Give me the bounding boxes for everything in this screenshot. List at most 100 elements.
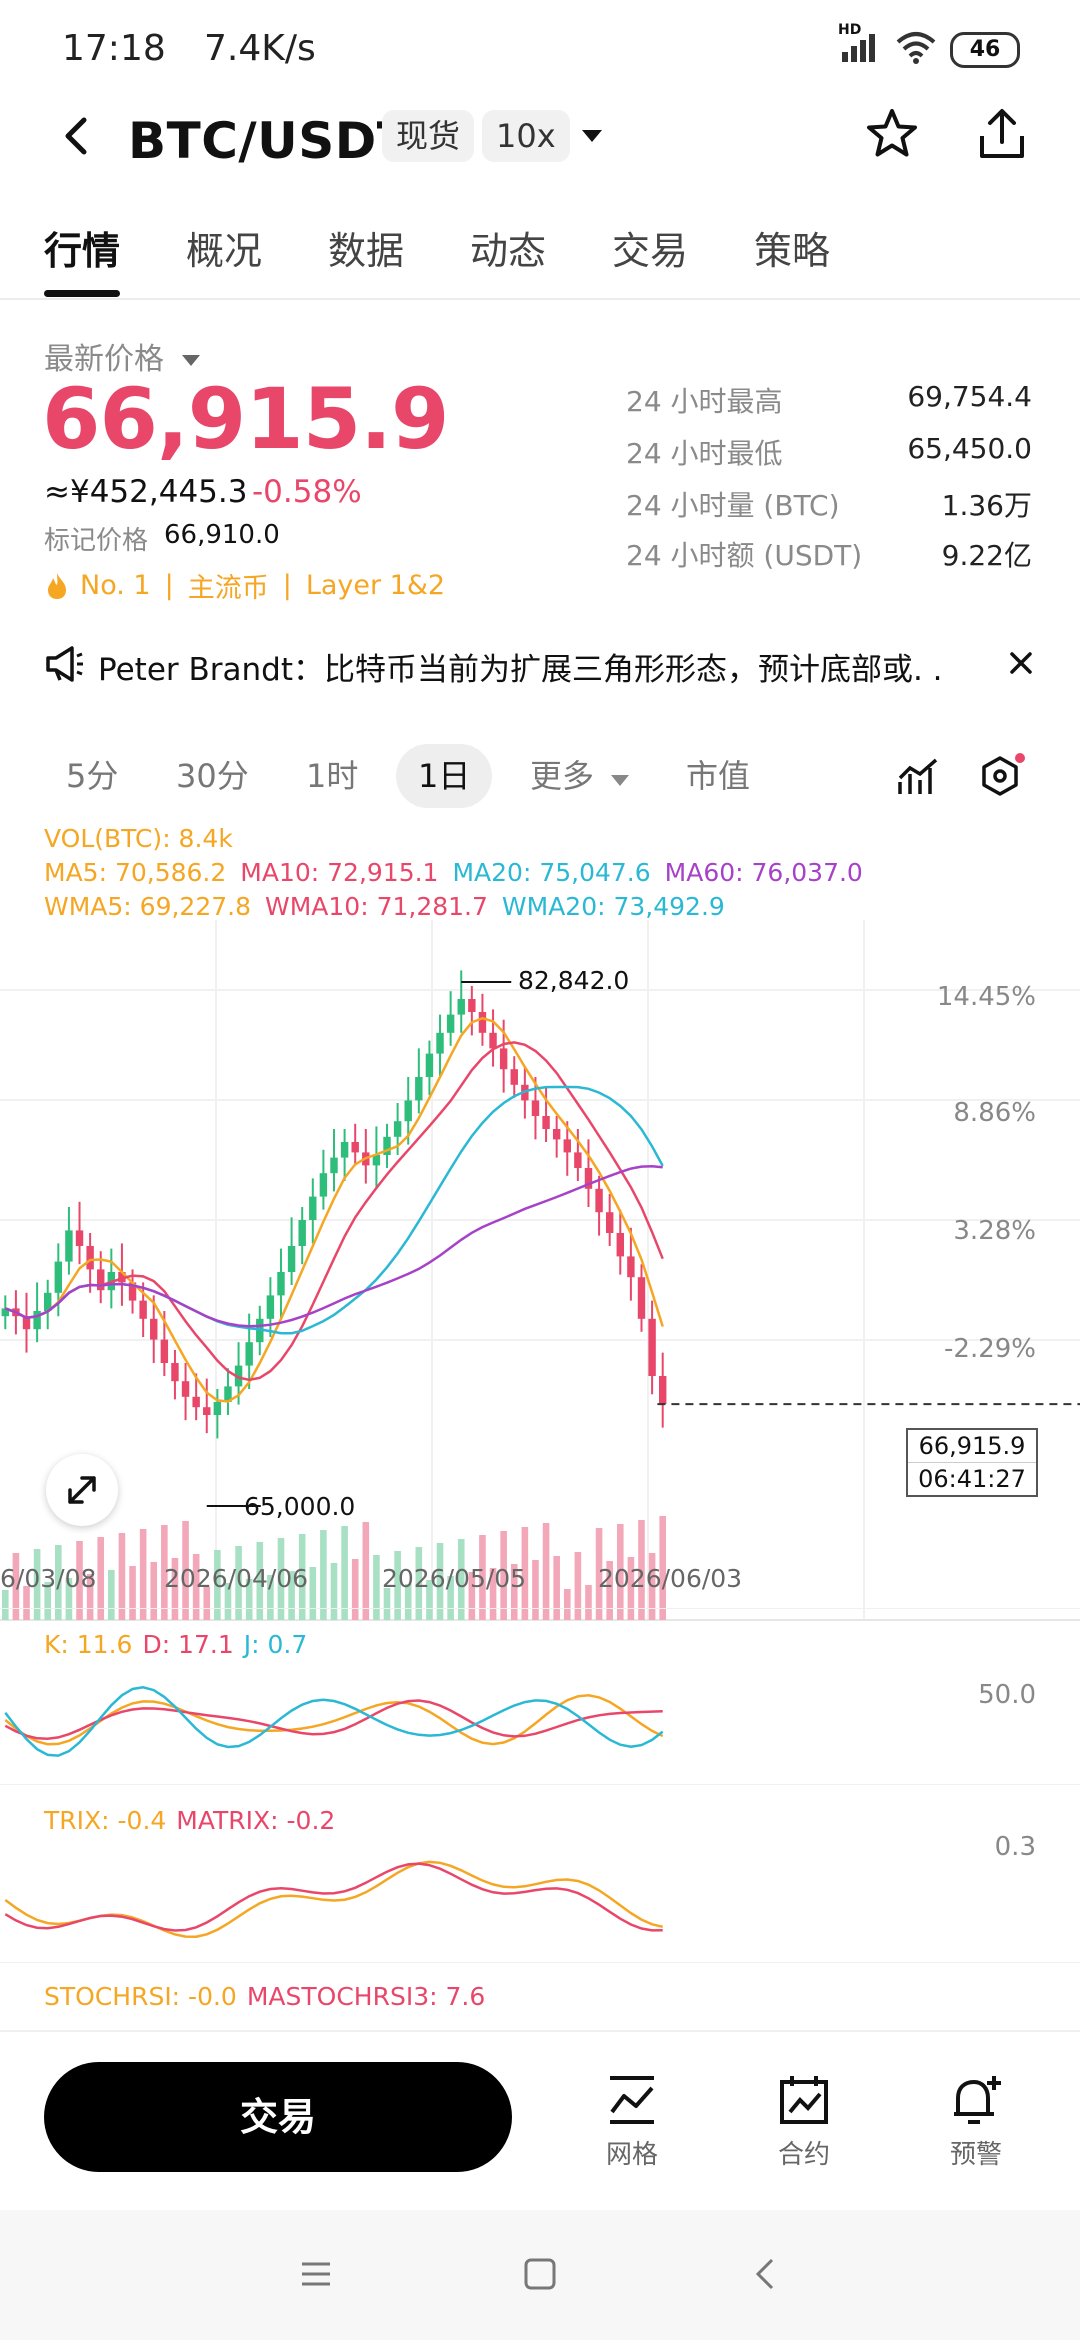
candle-body — [277, 1272, 285, 1296]
menu-icon[interactable] — [298, 2256, 334, 2292]
range-30m[interactable]: 30分 — [154, 744, 271, 808]
candle-body — [478, 1012, 487, 1033]
chevron-down-icon — [611, 775, 630, 786]
contract-button[interactable]: 合约 — [764, 2072, 844, 2182]
tab-overview[interactable]: 概况 — [186, 220, 262, 275]
candle-body — [616, 1233, 624, 1257]
volume-bar — [108, 1570, 115, 1620]
tab-market[interactable]: 行情 — [44, 220, 120, 275]
leverage-chip[interactable]: 10x — [482, 110, 570, 162]
coin-tags: No. 1 | 主流币 | Layer 1&2 — [44, 566, 445, 605]
favorite-star-icon[interactable] — [864, 106, 920, 162]
stat-high-value: 69,754.4 — [907, 380, 1032, 413]
candle-body — [181, 1381, 190, 1397]
candle-body — [75, 1230, 84, 1246]
tab-trade[interactable]: 交易 — [612, 220, 688, 275]
pair-title[interactable]: BTC/USDT — [128, 112, 411, 170]
range-more[interactable]: 更多 — [508, 744, 652, 808]
volume-bar — [309, 1567, 317, 1620]
candle-body — [605, 1212, 614, 1233]
trix-label: TRIX: -0.4 — [44, 1806, 167, 1835]
fire-icon — [48, 572, 66, 599]
trix-line — [4, 1860, 663, 1938]
matrix-label: MATRIX: -0.2 — [176, 1806, 336, 1835]
volume-bar — [129, 1566, 136, 1620]
volume-bar — [362, 1522, 370, 1620]
tab-strategy[interactable]: 策略 — [754, 220, 830, 275]
range-1h[interactable]: 1时 — [284, 744, 380, 808]
alert-button[interactable]: 预警 — [936, 2072, 1016, 2182]
volume-bar — [373, 1555, 380, 1620]
pair-dropdown-icon[interactable] — [578, 124, 606, 148]
volume-bar — [563, 1589, 571, 1620]
wma5-label: WMA5: 69,227.8 — [44, 892, 251, 921]
divider-line — [0, 1608, 1080, 1609]
price-change: -0.58% — [252, 474, 362, 510]
candle-body — [298, 1220, 306, 1246]
battery-icon: 46 — [950, 32, 1020, 68]
volume-bar — [330, 1563, 338, 1620]
range-1d[interactable]: 1日 — [396, 744, 493, 808]
wifi-icon — [894, 30, 938, 64]
close-icon[interactable] — [1006, 648, 1036, 678]
back-icon[interactable] — [56, 114, 100, 158]
volume-bar — [150, 1562, 158, 1620]
stochrsi-label: STOCHRSI: -0.0 — [44, 1982, 237, 2011]
volume-bar — [542, 1523, 550, 1620]
contract-label: 合约 — [777, 2140, 830, 2170]
volume-bar — [2, 1590, 9, 1620]
candle-body — [510, 1069, 518, 1085]
grid-button[interactable]: 网格 — [592, 2072, 672, 2182]
mastochrsi-label: MASTOCHRSI3: 7.6 — [246, 1982, 486, 2011]
range-market-cap[interactable]: 市值 — [664, 744, 772, 808]
indicator-icon[interactable] — [896, 756, 940, 800]
divider-line-3 — [0, 1962, 1080, 1963]
stat-vol-value: 1.36万 — [941, 489, 1032, 522]
chart-settings-icon[interactable] — [978, 752, 1026, 800]
j-label: J: 0.7 — [243, 1630, 308, 1659]
home-icon[interactable] — [522, 2256, 558, 2292]
stat-vol-label: 24 小时量 (BTC) — [626, 489, 840, 522]
volume-bar — [585, 1585, 592, 1620]
kdj-chart[interactable] — [0, 1660, 1080, 1780]
announcement-text[interactable]: Peter Brandt：比特币当前为扩展三角形形态，预计底部或. . — [98, 644, 943, 689]
candle-body — [563, 1139, 571, 1153]
candle-body — [552, 1129, 561, 1140]
axis-tick-4: -2.29% — [944, 1334, 1036, 1364]
volume-bar — [574, 1552, 582, 1620]
expand-icon[interactable] — [46, 1454, 118, 1526]
ma5-label: MA5: 70,586.2 — [44, 858, 227, 887]
tab-news[interactable]: 动态 — [470, 220, 546, 275]
range-5m[interactable]: 5分 — [44, 744, 140, 808]
candle-body — [425, 1053, 434, 1077]
rank-tag[interactable]: No. 1 — [80, 570, 151, 601]
candle-body — [340, 1142, 349, 1158]
wma10-label: WMA10: 71,281.7 — [265, 892, 488, 921]
high-annotation: 82,842.0 — [518, 966, 630, 995]
share-icon[interactable] — [974, 106, 1030, 162]
trade-button[interactable]: 交易 — [44, 2062, 512, 2172]
volume-bar — [532, 1560, 539, 1620]
candle-body — [309, 1196, 317, 1220]
d-label: D: 17.1 — [142, 1630, 234, 1659]
candle-body — [595, 1188, 603, 1213]
kdj-labels: K: 11.6 D: 17.1 J: 0.7 — [44, 1630, 307, 1659]
countdown-value: 06:41:27 — [908, 1462, 1036, 1495]
back-nav-icon[interactable] — [748, 2256, 784, 2292]
announcement-bar[interactable]: Peter Brandt：比特币当前为扩展三角形形态，预计底部或. . — [0, 630, 1080, 700]
candle-body — [287, 1246, 296, 1272]
candle-body — [468, 999, 476, 1012]
candle-body — [97, 1269, 105, 1291]
grid-icon — [610, 2076, 654, 2124]
trix-chart[interactable] — [0, 1840, 1080, 1960]
megaphone-icon — [46, 646, 83, 682]
x-tick-2: 2026/04/06 — [164, 1564, 309, 1593]
layer-tag[interactable]: Layer 1&2 — [306, 570, 445, 601]
candlestick-chart[interactable] — [0, 920, 1080, 1660]
candle-body — [266, 1295, 275, 1319]
last-price-box[interactable]: 66,915.9 06:41:27 — [906, 1428, 1038, 1497]
tab-data[interactable]: 数据 — [328, 220, 404, 275]
candle-body — [319, 1173, 328, 1197]
mainstream-tag[interactable]: 主流币 — [188, 566, 269, 605]
market-type-chip[interactable]: 现货 — [382, 110, 475, 162]
